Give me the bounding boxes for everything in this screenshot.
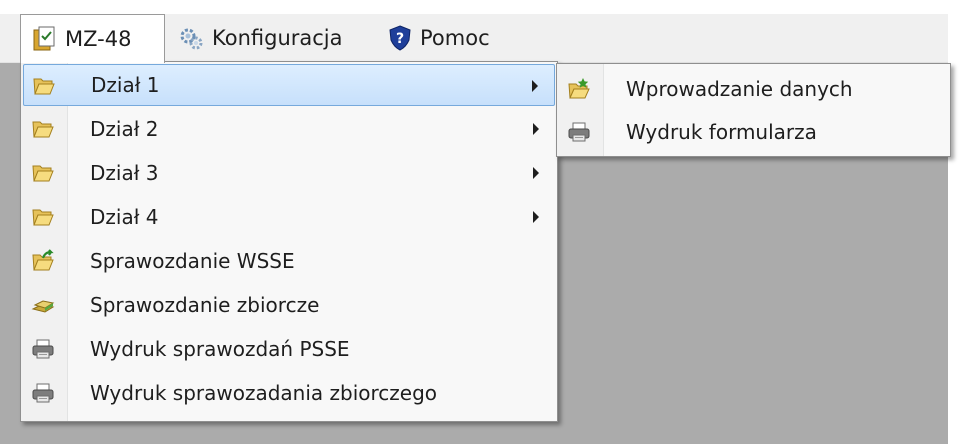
menu-item-label: Wydruk sprawozdań PSSE [90, 337, 350, 361]
menu-item-sprawozdanie-zbiorcze[interactable]: Sprawozdanie zbiorcze [23, 284, 555, 326]
gears-icon [178, 25, 204, 51]
submenu-item-label: Wprowadzanie danych [626, 77, 853, 101]
menu-item-wydruk-zbiorczego[interactable]: Wydruk sprawozadania zbiorczego [23, 372, 555, 414]
menu-konfiguracja-label: Konfiguracja [212, 26, 343, 50]
menu-item-dzial-2[interactable]: Dział 2 [23, 108, 555, 150]
document-check-icon [31, 26, 57, 52]
menu-item-label: Sprawozdanie zbiorcze [90, 293, 320, 317]
submenu-item-label: Wydruk formularza [626, 120, 817, 144]
dzial-1-submenu: Wprowadzanie danych Wydruk formularza [556, 63, 951, 157]
menu-pomoc-label: Pomoc [420, 26, 490, 50]
menu-mz48-label: MZ-48 [65, 27, 132, 51]
window-top-strip [0, 0, 965, 14]
svg-text:?: ? [396, 31, 404, 47]
menu-item-label: Wydruk sprawozadania zbiorczego [90, 381, 438, 405]
menu-item-label: Sprawozdanie WSSE [90, 249, 295, 273]
printer-icon [567, 120, 591, 144]
menu-item-label: Dział 2 [90, 117, 159, 141]
menu-pomoc[interactable]: ? Pomoc [382, 14, 490, 62]
mz48-dropdown: Dział 1 Dział 2 Dział 3 Dział 4 Sprawozd… [20, 61, 558, 422]
menu-item-label: Dział 1 [91, 73, 160, 97]
submenu-arrow-icon [532, 80, 538, 92]
submenu-arrow-icon [533, 211, 539, 223]
menu-item-sprawozdanie-wsse[interactable]: Sprawozdanie WSSE [23, 240, 555, 282]
help-shield-icon: ? [388, 25, 412, 51]
menu-bar: MZ-48 Konfiguracja ? Pomoc [0, 14, 948, 63]
folder-open-icon [31, 117, 55, 141]
menu-mz48[interactable]: MZ-48 [20, 14, 165, 63]
printer-icon [31, 381, 55, 405]
submenu-item-wprowadzanie-danych[interactable]: Wprowadzanie danych [559, 68, 948, 110]
menu-item-wydruk-psse[interactable]: Wydruk sprawozdań PSSE [23, 328, 555, 370]
submenu-arrow-icon [533, 167, 539, 179]
menu-item-label: Dział 4 [90, 205, 159, 229]
submenu-item-wydruk-formularza[interactable]: Wydruk formularza [559, 111, 948, 153]
printer-icon [31, 337, 55, 361]
folder-export-icon [31, 249, 55, 273]
menu-item-dzial-3[interactable]: Dział 3 [23, 152, 555, 194]
folder-open-icon [31, 205, 55, 229]
folder-open-icon [31, 161, 55, 185]
folder-star-icon [567, 77, 591, 101]
folder-open-icon [32, 74, 56, 98]
menu-item-dzial-1[interactable]: Dział 1 [23, 64, 555, 106]
menu-item-dzial-4[interactable]: Dział 4 [23, 196, 555, 238]
submenu-arrow-icon [533, 123, 539, 135]
menu-item-label: Dział 3 [90, 161, 159, 185]
menu-konfiguracja[interactable]: Konfiguracja [172, 14, 343, 62]
stack-icon [31, 293, 55, 317]
